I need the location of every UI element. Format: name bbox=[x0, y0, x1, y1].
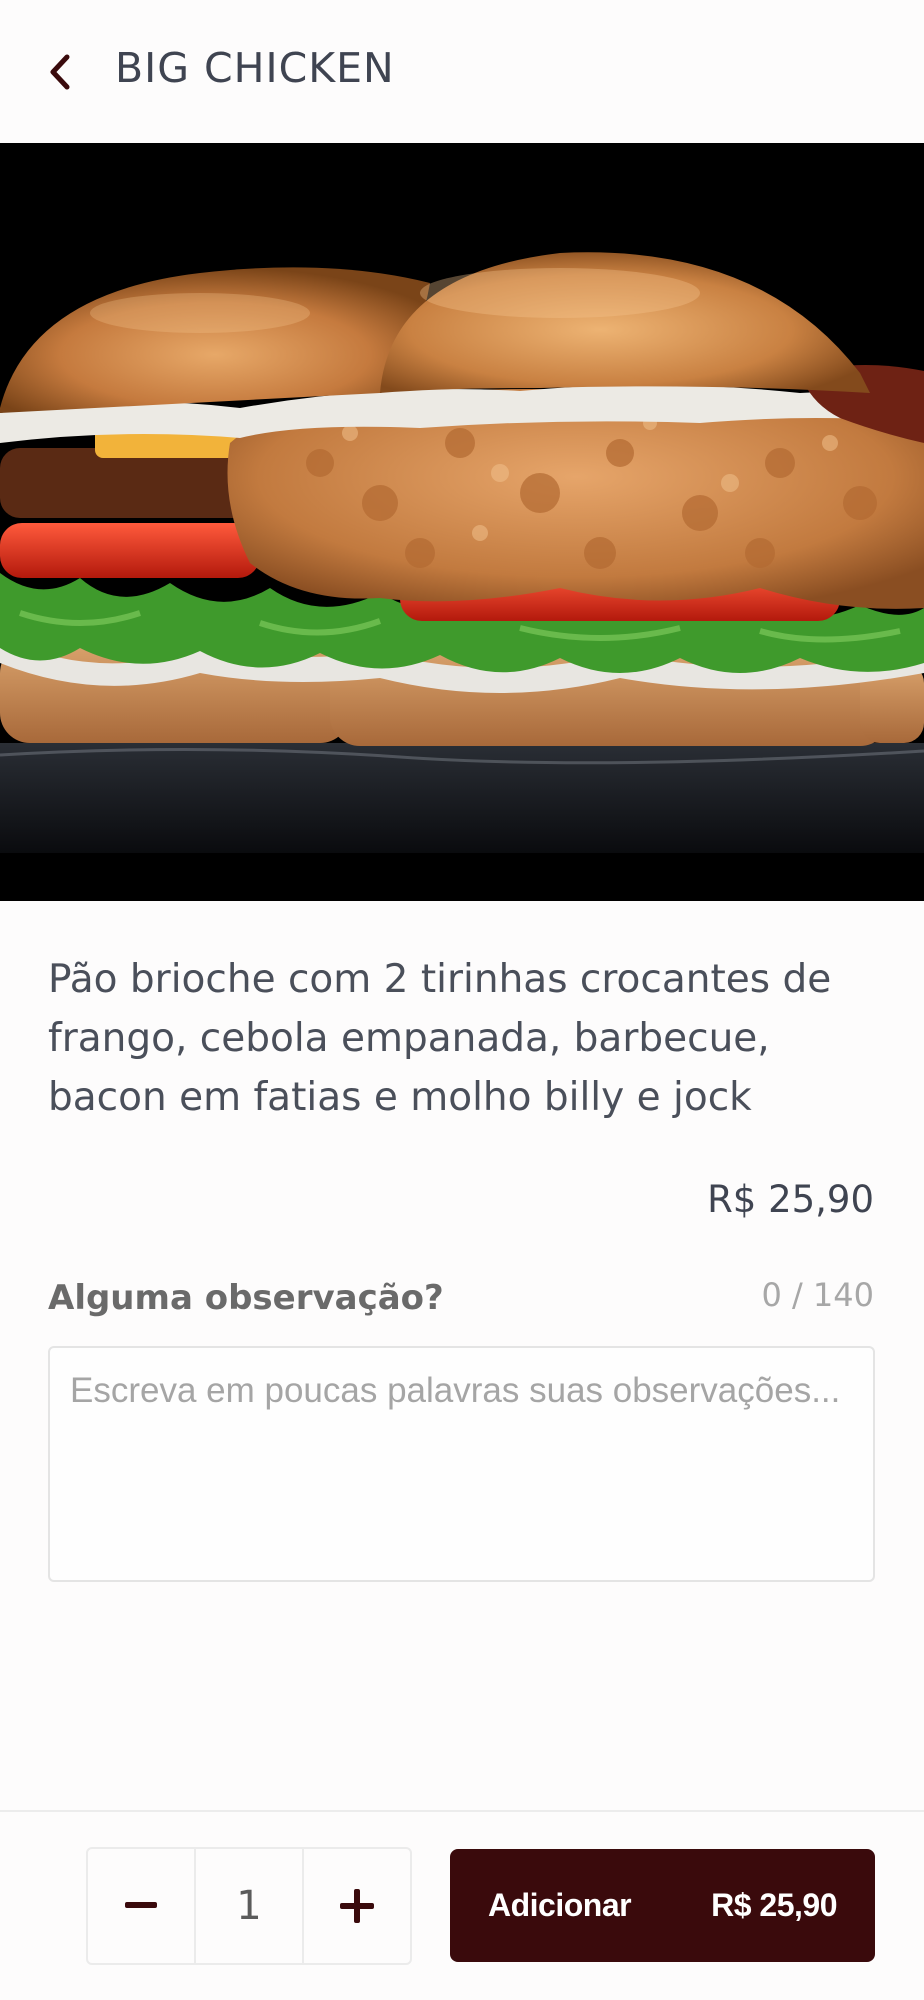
product-description: Pão brioche com 2 tirinhas crocantes de … bbox=[48, 957, 832, 1120]
plus-icon bbox=[340, 1889, 374, 1923]
product-photo bbox=[0, 143, 924, 901]
notes-char-counter: 0 / 140 bbox=[761, 1276, 874, 1314]
chevron-left-icon bbox=[50, 54, 70, 90]
add-to-cart-button[interactable]: Adicionar R$ 25,90 bbox=[450, 1849, 875, 1962]
product-image bbox=[0, 143, 924, 901]
add-button-label: Adicionar bbox=[488, 1887, 632, 1923]
quantity-stepper: 1 bbox=[86, 1847, 412, 1965]
notes-textarea[interactable] bbox=[48, 1346, 875, 1582]
increment-button[interactable] bbox=[304, 1849, 410, 1963]
product-price: R$ 25,90 bbox=[707, 1178, 874, 1221]
add-button-price: R$ 25,90 bbox=[711, 1887, 837, 1923]
page-title: BIG CHICKEN bbox=[115, 44, 395, 92]
quantity-value: 1 bbox=[194, 1849, 304, 1963]
back-button[interactable] bbox=[40, 50, 80, 94]
minus-icon bbox=[125, 1902, 157, 1908]
decrement-button[interactable] bbox=[88, 1849, 194, 1963]
top-bar: BIG CHICKEN bbox=[0, 0, 924, 143]
notes-label: Alguma observação? bbox=[48, 1278, 444, 1318]
product-detail-page: BIG CHICKEN Pão brioche com 2 tirinhas c… bbox=[0, 0, 924, 2000]
